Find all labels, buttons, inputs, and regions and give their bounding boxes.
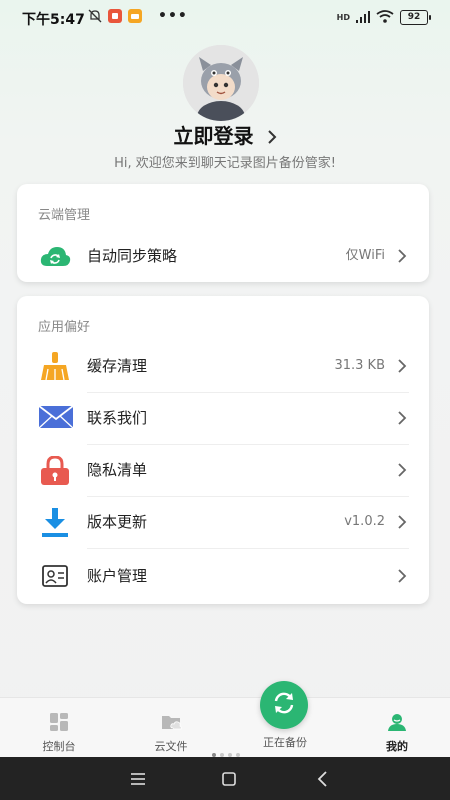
login-link[interactable]: 立即登录 <box>0 120 450 149</box>
chevron-right-icon <box>397 358 407 374</box>
broom-icon <box>39 352 71 381</box>
privacy-list-label: 隐私清单 <box>87 461 148 479</box>
message-notification-icon <box>128 9 142 23</box>
network-hd-label: HD <box>336 12 350 22</box>
status-time: 下午5:47 <box>22 12 85 28</box>
auto-sync-policy-value: 仅WiFi <box>345 248 385 263</box>
tab-backing-up-label[interactable]: 正在备份 <box>242 734 328 750</box>
cloud-management-card: 云端管理 自动同步策略 仅WiFi <box>17 184 429 282</box>
chevron-right-icon <box>397 568 407 584</box>
status-bar: 下午5:47 ••• HD 92 <box>0 0 450 34</box>
battery-icon: 92 <box>400 10 431 25</box>
signal-icon <box>356 8 370 27</box>
cloud-sync-icon <box>39 242 71 270</box>
version-value: v1.0.2 <box>344 514 385 529</box>
tab-mine[interactable]: 我的 <box>352 698 442 754</box>
system-nav-bar <box>0 757 450 800</box>
tab-cloud-files[interactable]: 云文件 <box>126 698 216 754</box>
privacy-list-row[interactable]: 隐私清单 <box>17 444 429 496</box>
auto-sync-policy-label: 自动同步策略 <box>87 247 178 265</box>
bottom-nav: 控制台 云文件 正在备份 我的 <box>0 681 450 758</box>
wifi-icon <box>376 8 394 27</box>
tab-dashboard-label: 控制台 <box>42 740 76 753</box>
version-update-label: 版本更新 <box>87 513 148 531</box>
sync-icon <box>271 690 297 720</box>
chevron-right-icon <box>397 514 407 530</box>
chevron-right-icon <box>397 248 407 264</box>
cache-clean-row[interactable]: 缓存清理 31.3 KB <box>17 340 429 392</box>
login-title: 立即登录 <box>173 124 254 148</box>
account-manage-label: 账户管理 <box>87 567 148 585</box>
download-icon <box>39 508 71 537</box>
id-card-icon <box>39 562 71 590</box>
auto-sync-policy-row[interactable]: 自动同步策略 仅WiFi <box>17 230 429 282</box>
dashboard-icon <box>49 712 69 732</box>
account-manage-row[interactable]: 账户管理 <box>17 550 429 602</box>
cloud-section-title: 云端管理 <box>38 208 91 223</box>
prefs-section-title: 应用偏好 <box>38 320 91 335</box>
chevron-right-icon <box>267 129 277 149</box>
tab-dashboard[interactable]: 控制台 <box>14 698 104 754</box>
app-preferences-card: 应用偏好 缓存清理 31.3 KB 联系我们 隐私清单 版本更新 v1.0.2 … <box>17 296 429 604</box>
home-icon[interactable] <box>219 769 239 789</box>
cache-size-value: 31.3 KB <box>334 358 385 373</box>
lock-icon <box>39 455 71 485</box>
menu-icon[interactable] <box>128 769 148 789</box>
chevron-right-icon <box>397 462 407 478</box>
back-icon[interactable] <box>313 769 333 789</box>
cloud-folder-icon <box>161 712 182 732</box>
more-dots-icon: ••• <box>158 8 188 24</box>
status-notification-icons: ••• <box>88 8 188 24</box>
app-notification-icon <box>108 9 122 23</box>
welcome-text: Hi, 欢迎您来到聊天记录图片备份管家! <box>114 156 336 171</box>
row-divider <box>87 548 409 549</box>
avatar[interactable] <box>183 45 259 121</box>
status-right-icons: HD 92 <box>336 8 431 27</box>
contact-us-row[interactable]: 联系我们 <box>17 392 429 444</box>
backup-sync-button[interactable] <box>260 681 308 729</box>
tab-mine-label: 我的 <box>386 740 408 753</box>
chevron-right-icon <box>397 410 407 426</box>
tab-cloud-files-label: 云文件 <box>154 740 188 753</box>
mute-icon <box>88 9 102 23</box>
mail-icon <box>38 404 74 432</box>
cache-clean-label: 缓存清理 <box>87 357 148 375</box>
contact-us-label: 联系我们 <box>87 409 148 427</box>
user-icon <box>387 712 407 732</box>
version-update-row[interactable]: 版本更新 v1.0.2 <box>17 496 429 548</box>
